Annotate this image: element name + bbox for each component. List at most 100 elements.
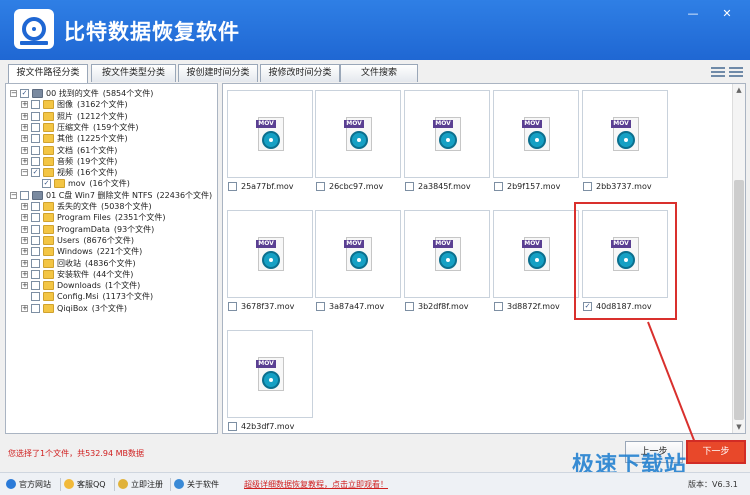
tree-expander-icon[interactable]: +	[21, 282, 28, 290]
tree-expander-icon[interactable]: +	[21, 157, 28, 165]
file-thumbnail[interactable]: MOV	[404, 210, 490, 298]
tree-checkbox[interactable]	[31, 122, 40, 132]
tree-expander-icon[interactable]: +	[21, 236, 28, 244]
tree-item[interactable]: + 压缩文件 (159个文件)	[6, 122, 216, 133]
tree-expander-icon[interactable]: +	[21, 270, 28, 278]
tree-checkbox[interactable]	[31, 258, 40, 268]
scrollbar-thumb[interactable]	[734, 180, 744, 420]
next-button[interactable]: 下一步	[686, 440, 746, 464]
tab-by-path[interactable]: 按文件路径分类	[8, 64, 88, 83]
list-view-icon[interactable]	[711, 66, 725, 78]
file-thumbnail[interactable]: MOV	[227, 90, 313, 178]
tree-checkbox[interactable]	[31, 145, 40, 155]
file-thumbnail[interactable]: MOV	[493, 210, 579, 298]
file-thumbnail[interactable]: MOV	[315, 90, 401, 178]
tree-checkbox[interactable]	[20, 190, 29, 200]
tree-checkbox[interactable]	[31, 224, 40, 234]
tree-checkbox[interactable]: ✓	[31, 168, 40, 178]
tree-item[interactable]: + 图像 (3162个文件)	[6, 99, 216, 110]
minimize-button[interactable]: —	[682, 6, 704, 22]
tree-expander-icon[interactable]: +	[21, 203, 28, 210]
tree-expander-icon[interactable]: −	[10, 191, 17, 199]
tree-expander-icon[interactable]: +	[21, 123, 28, 131]
file-checkbox[interactable]	[228, 182, 237, 191]
tree-checkbox[interactable]	[31, 156, 40, 166]
support-qq-link[interactable]: 客服QQ	[64, 479, 106, 491]
file-card[interactable]: MOV 3a87a47.mov	[315, 210, 401, 316]
tree-item[interactable]: + 其他 (1225个文件)	[6, 133, 216, 144]
tree-checkbox[interactable]	[31, 111, 40, 121]
tree-item[interactable]: + 音频 (19个文件)	[6, 156, 216, 167]
tree-expander-icon[interactable]: +	[21, 248, 28, 256]
scroll-up-icon[interactable]: ▲	[733, 84, 745, 96]
file-thumbnail[interactable]: MOV	[404, 90, 490, 178]
file-checkbox[interactable]	[228, 302, 237, 311]
tree-expander-icon[interactable]: +	[21, 214, 28, 222]
tree-item[interactable]: + 照片 (1212个文件)	[6, 111, 216, 122]
grid-view-icon[interactable]	[729, 66, 743, 78]
tree-checkbox[interactable]	[31, 247, 40, 257]
tree-expander-icon[interactable]: −	[10, 90, 17, 97]
tree-checkbox[interactable]: ✓	[20, 89, 29, 98]
tree-item[interactable]: + 文档 (61个文件)	[6, 145, 216, 156]
file-card[interactable]: MOV 3b2df8f.mov	[404, 210, 490, 316]
file-checkbox[interactable]	[405, 302, 414, 311]
tree-item[interactable]: ✓ mov (16个文件)	[6, 178, 216, 189]
tree-checkbox[interactable]	[31, 202, 40, 211]
file-checkbox[interactable]	[405, 182, 414, 191]
file-card[interactable]: MOV 42b3df7.mov	[227, 330, 313, 433]
tree-checkbox[interactable]	[31, 303, 40, 313]
tab-by-created[interactable]: 按创建时间分类	[178, 64, 258, 82]
tree-item[interactable]: + 回收站 (4836个文件)	[6, 258, 216, 269]
tree-item[interactable]: Config.Msi (1173个文件)	[6, 291, 216, 302]
file-card[interactable]: MOV 2a3845f.mov	[404, 90, 490, 196]
file-checkbox[interactable]	[494, 302, 503, 311]
tree-checkbox[interactable]	[31, 213, 40, 223]
file-checkbox[interactable]	[494, 182, 503, 191]
official-site-link[interactable]: 官方网站	[6, 479, 51, 491]
tree-expander-icon[interactable]: −	[21, 169, 28, 177]
file-thumbnail[interactable]: MOV	[582, 90, 668, 178]
about-link[interactable]: 关于软件	[174, 479, 219, 491]
tree-expander-icon[interactable]: +	[21, 225, 28, 233]
file-checkbox[interactable]	[228, 422, 237, 431]
tree-expander-icon[interactable]: +	[21, 259, 28, 267]
tree-item[interactable]: + ProgramData (93个文件)	[6, 224, 216, 235]
file-card[interactable]: MOV 2bb3737.mov	[582, 90, 668, 196]
file-checkbox[interactable]	[316, 182, 325, 191]
tree-checkbox[interactable]	[31, 269, 40, 279]
tree-expander-icon[interactable]: +	[21, 304, 28, 312]
file-card[interactable]: MOV 3d8872f.mov	[493, 210, 579, 316]
tree-checkbox[interactable]	[31, 235, 40, 245]
tree-expander-icon[interactable]: +	[21, 135, 28, 143]
tree-checkbox[interactable]	[31, 100, 40, 110]
tree-item[interactable]: − ✓ 视频 (16个文件)	[6, 167, 216, 178]
tree-item[interactable]: + Program Files (2351个文件)	[6, 212, 216, 223]
tree-item[interactable]: + Downloads (1个文件)	[6, 280, 216, 291]
file-thumbnail[interactable]: MOV	[227, 210, 313, 298]
file-card[interactable]: MOV 2b9f157.mov	[493, 90, 579, 196]
file-card[interactable]: MOV 25a77bf.mov	[227, 90, 313, 196]
tree-item[interactable]: − 01 C盘 Win7 删除文件 NTFS (22436个文件)	[6, 190, 216, 201]
tree-item[interactable]: + 安装软件 (44个文件)	[6, 269, 216, 280]
tab-by-type[interactable]: 按文件类型分类	[91, 64, 176, 82]
file-card[interactable]: MOV 26cbc97.mov	[315, 90, 401, 196]
tree-item[interactable]: + 丢失的文件 (5038个文件)	[6, 201, 216, 212]
tree-expander-icon[interactable]: +	[21, 112, 28, 120]
file-thumbnail[interactable]: MOV	[315, 210, 401, 298]
tree-item[interactable]: + Users (8676个文件)	[6, 235, 216, 246]
file-card[interactable]: MOV 3678f37.mov	[227, 210, 313, 316]
tree-expander-icon[interactable]: +	[21, 146, 28, 154]
tree-checkbox[interactable]	[31, 281, 40, 291]
tree-item[interactable]: − ✓ 00 找到的文件 (5854个文件)	[6, 88, 216, 99]
file-thumbnail[interactable]: MOV	[227, 330, 313, 418]
register-link[interactable]: 立即注册	[118, 479, 163, 491]
tree-checkbox[interactable]	[31, 292, 40, 302]
tree-expander-icon[interactable]: +	[21, 101, 28, 109]
scroll-down-icon[interactable]: ▼	[733, 421, 745, 433]
tab-file-search[interactable]: 文件搜索	[340, 64, 418, 82]
file-checkbox[interactable]	[583, 182, 592, 191]
tree-item[interactable]: + Windows (221个文件)	[6, 246, 216, 257]
file-thumbnail[interactable]: MOV	[493, 90, 579, 178]
tree-checkbox[interactable]	[31, 134, 40, 144]
